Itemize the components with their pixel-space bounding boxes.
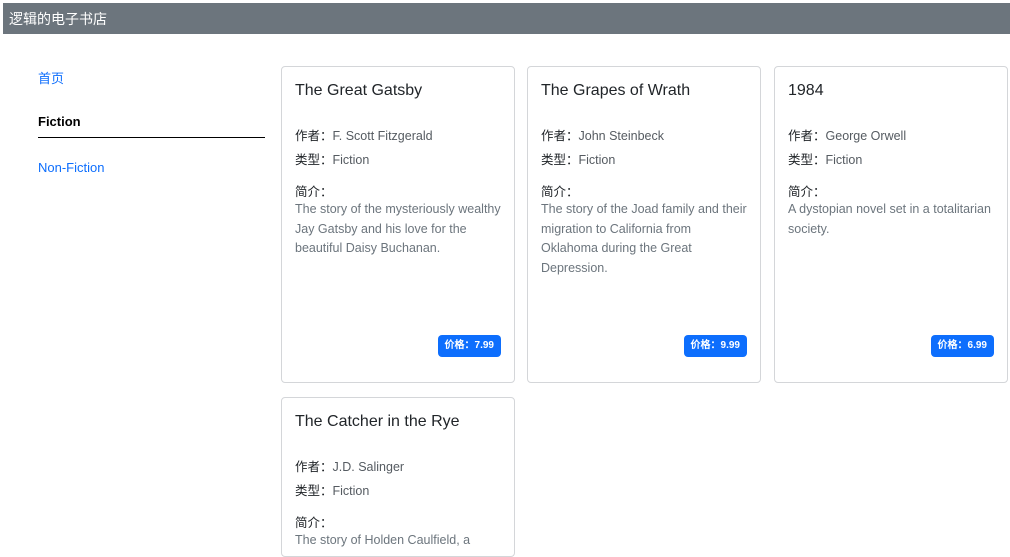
author-label: 作者： xyxy=(788,129,826,143)
price-label: 价格： xyxy=(937,340,968,351)
price-badge: 价格：6.99 xyxy=(930,335,994,357)
sidebar-item-fiction[interactable]: Fiction xyxy=(38,114,265,138)
book-description: The story of the mysteriously wealthy Ja… xyxy=(295,202,501,255)
genre-value: Fiction xyxy=(332,153,370,167)
author-value: J.D. Salinger xyxy=(332,460,405,474)
genre-value: Fiction xyxy=(825,153,863,167)
book-author: 作者：F. Scott Fitzgerald xyxy=(295,125,433,144)
book-description: The story of Holden Caulfield, a xyxy=(295,533,471,547)
genre-label: 类型： xyxy=(295,153,333,167)
book-author: 作者：J.D. Salinger xyxy=(295,456,404,475)
author-value: F. Scott Fitzgerald xyxy=(332,129,433,143)
book-card: The Grapes of Wrath 作者：John Steinbeck 类型… xyxy=(527,66,761,383)
book-genre: 类型：Fiction xyxy=(295,480,369,499)
description-label: 简介： xyxy=(295,185,333,199)
author-label: 作者： xyxy=(541,129,579,143)
genre-label: 类型： xyxy=(541,153,579,167)
book-card: The Catcher in the Rye 作者：J.D. Salinger … xyxy=(281,397,515,557)
book-genre: 类型：Fiction xyxy=(295,149,369,168)
price-badge: 价格：9.99 xyxy=(683,335,747,357)
genre-label: 类型： xyxy=(788,153,826,167)
genre-value: Fiction xyxy=(332,484,370,498)
top-navbar: 逻辑的电子书店 xyxy=(3,3,1010,34)
price-label: 价格： xyxy=(444,340,475,351)
book-title: The Great Gatsby xyxy=(295,82,423,99)
price-value: 6.99 xyxy=(967,340,987,351)
price-label: 价格： xyxy=(690,340,721,351)
book-description: The story of the Joad family and their m… xyxy=(541,202,747,275)
genre-label: 类型： xyxy=(295,484,333,498)
description-label: 简介： xyxy=(295,516,333,530)
author-label: 作者： xyxy=(295,129,333,143)
price-value: 9.99 xyxy=(720,340,740,351)
sidebar-item-non-fiction[interactable]: Non-Fiction xyxy=(38,160,104,175)
book-description: A dystopian novel set in a totalitarian … xyxy=(788,202,991,236)
book-genre: 类型：Fiction xyxy=(788,149,862,168)
author-value: George Orwell xyxy=(825,129,907,143)
sidebar-item-home[interactable]: 首页 xyxy=(38,68,64,87)
site-title[interactable]: 逻辑的电子书店 xyxy=(9,11,107,27)
book-title: 1984 xyxy=(788,82,824,99)
author-label: 作者： xyxy=(295,460,333,474)
book-author: 作者：John Steinbeck xyxy=(541,125,664,144)
price-value: 7.99 xyxy=(474,340,494,351)
book-title: The Catcher in the Rye xyxy=(295,413,460,430)
book-card: 1984 作者：George Orwell 类型：Fiction 简介： A d… xyxy=(774,66,1008,383)
book-author: 作者：George Orwell xyxy=(788,125,906,144)
genre-value: Fiction xyxy=(578,153,616,167)
author-value: John Steinbeck xyxy=(578,129,664,143)
description-label: 简介： xyxy=(788,185,826,199)
book-card: The Great Gatsby 作者：F. Scott Fitzgerald … xyxy=(281,66,515,383)
price-badge: 价格：7.99 xyxy=(437,335,501,357)
book-genre: 类型：Fiction xyxy=(541,149,615,168)
description-label: 简介： xyxy=(541,185,579,199)
book-title: The Grapes of Wrath xyxy=(541,82,691,99)
